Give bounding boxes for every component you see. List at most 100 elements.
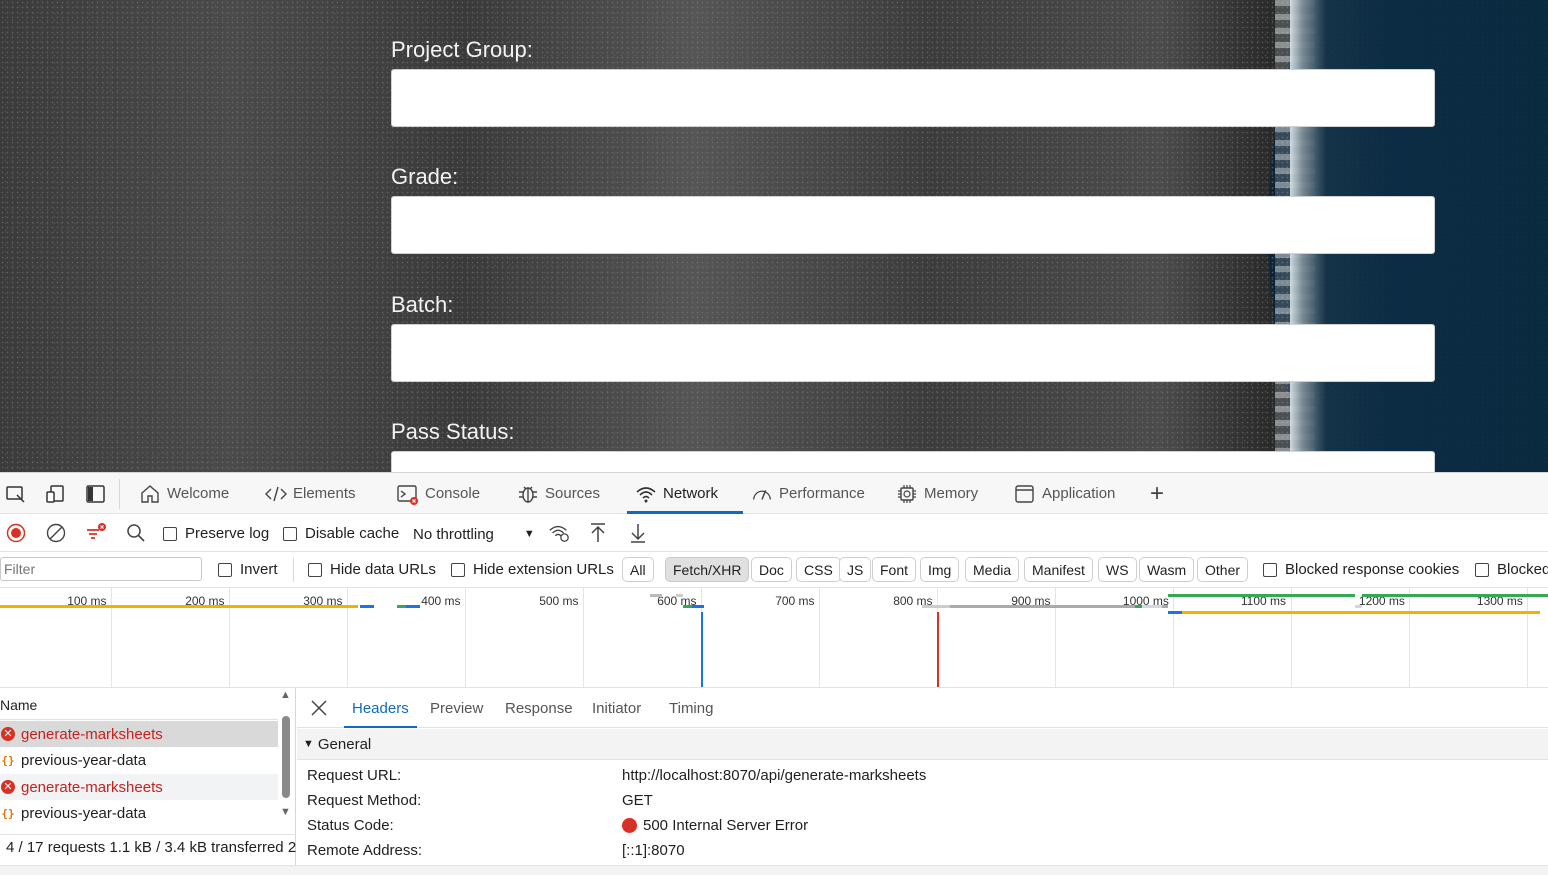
type-filter-js[interactable]: JS	[839, 557, 872, 582]
type-filter-ws[interactable]: WS	[1098, 557, 1137, 582]
dom-content-loaded-marker	[701, 612, 703, 687]
waterfall-bar	[1182, 611, 1540, 614]
pass-status-input[interactable]	[391, 451, 1435, 472]
tab-memory[interactable]: Memory	[888, 473, 986, 514]
tab-elements[interactable]: Elements	[257, 473, 364, 514]
project-group-input[interactable]	[391, 69, 1435, 127]
export-har-icon[interactable]	[627, 522, 649, 544]
tab-sources[interactable]: Sources	[509, 473, 608, 514]
error-icon: ✕	[1, 780, 15, 794]
tab-headers[interactable]: Headers	[344, 688, 417, 728]
checkbox-label: Hide data URLs	[330, 561, 436, 578]
type-filter-media[interactable]: Media	[965, 557, 1020, 582]
tab-initiator[interactable]: Initiator	[592, 688, 641, 728]
request-row[interactable]: {} previous-year-data	[0, 747, 278, 773]
request-name: previous-year-data	[21, 751, 147, 769]
type-filter-fetch-xhr[interactable]: Fetch/XHR	[665, 557, 750, 582]
tab-preview[interactable]: Preview	[430, 688, 483, 728]
remote-address-value: [::1]:8070	[622, 842, 685, 859]
hide-extension-urls-checkbox[interactable]: Hide extension URLs	[451, 561, 614, 578]
tab-label: Network	[663, 485, 719, 502]
network-overview[interactable]: 100 ms 200 ms 300 ms 400 ms 500 ms 600 ms 700 …	[0, 588, 1548, 688]
column-header-name[interactable]: Name	[0, 688, 278, 720]
type-filter-img[interactable]: Img	[920, 557, 960, 582]
timeline-gridline	[819, 588, 820, 687]
general-section-header[interactable]: ▼ General	[297, 729, 1548, 760]
waterfall-bar	[406, 605, 420, 608]
code-icon	[265, 483, 287, 505]
tab-welcome[interactable]: Welcome	[131, 473, 237, 514]
wifi-icon	[635, 483, 657, 505]
chip-icon	[896, 483, 918, 505]
add-tab-button[interactable]: +	[1142, 473, 1172, 514]
type-filter-css[interactable]: CSS	[796, 557, 841, 582]
waterfall-bar	[1355, 605, 1362, 608]
type-filter-all[interactable]: All	[622, 557, 654, 582]
inspect-element-icon[interactable]	[5, 483, 27, 505]
timeline-gridline	[1173, 588, 1174, 687]
batch-input[interactable]	[391, 324, 1435, 382]
throttling-select[interactable]: No throttling ▼	[406, 522, 535, 546]
tab-console[interactable]: Console	[389, 473, 488, 514]
checkbox-box	[218, 562, 232, 577]
home-icon	[139, 483, 161, 505]
scrollbar-thumb[interactable]	[282, 716, 290, 798]
waterfall-bar	[1162, 605, 1168, 608]
request-url-key: Request URL:	[307, 767, 402, 784]
waterfall-bar	[1362, 594, 1548, 597]
network-filter-bar: Invert Hide data URLs Hide extension URL…	[0, 552, 1548, 588]
timeline-gridline	[1527, 588, 1528, 687]
console-icon	[397, 483, 419, 505]
tab-network[interactable]: Network	[627, 473, 743, 514]
filter-icon[interactable]	[85, 522, 107, 544]
network-conditions-icon[interactable]	[548, 522, 570, 544]
clear-icon[interactable]	[45, 522, 67, 544]
timeline-tick-label: 500 ms	[539, 594, 579, 608]
network-toolbar: Preserve log Disable cache No throttling…	[0, 514, 1548, 552]
disable-cache-checkbox[interactable]: Disable cache	[283, 525, 399, 542]
blocked-requests-checkbox[interactable]: Blocked	[1475, 561, 1548, 578]
hide-data-urls-checkbox[interactable]: Hide data URLs	[308, 561, 436, 578]
scroll-down-icon[interactable]: ▼	[280, 806, 291, 818]
checkbox-label: Hide extension URLs	[473, 561, 614, 578]
filter-input[interactable]	[0, 557, 202, 581]
checkbox-box	[451, 562, 465, 577]
close-icon[interactable]	[309, 698, 329, 718]
tab-response[interactable]: Response	[505, 688, 573, 728]
request-row[interactable]: {} previous-year-data	[0, 800, 278, 826]
scroll-up-icon[interactable]: ▲	[280, 689, 291, 701]
type-filter-doc[interactable]: Doc	[751, 557, 792, 582]
tab-application[interactable]: Application	[1006, 473, 1123, 514]
dock-side-icon[interactable]	[85, 483, 107, 505]
status-code-key: Status Code:	[307, 817, 394, 834]
waterfall-bar	[692, 605, 704, 608]
request-list-scrollbar[interactable]: ▲ ▼	[280, 689, 292, 820]
import-har-icon[interactable]	[587, 522, 609, 544]
type-filter-manifest[interactable]: Manifest	[1024, 557, 1093, 582]
checkbox-label: Preserve log	[185, 525, 270, 542]
tab-timing[interactable]: Timing	[669, 688, 713, 728]
drawer-edge	[0, 865, 1548, 875]
preserve-log-checkbox[interactable]: Preserve log	[163, 525, 269, 542]
add-tab-icon: +	[1150, 479, 1165, 507]
request-row[interactable]: ✕ generate-marksheets	[0, 774, 278, 800]
type-filter-wasm[interactable]: Wasm	[1139, 557, 1195, 582]
detail-tabs: Headers Preview Response Initiator Timin…	[297, 688, 1548, 728]
request-list: Name ✕ generate-marksheets {} previous-y…	[0, 688, 296, 875]
timeline-gridline	[111, 588, 112, 687]
invert-checkbox[interactable]: Invert	[218, 561, 278, 578]
value-text: http://localhost:8070/api/generate-marks…	[622, 767, 927, 784]
type-filter-font[interactable]: Font	[872, 557, 917, 582]
blocked-response-cookies-checkbox[interactable]: Blocked response cookies	[1263, 561, 1459, 578]
grade-input[interactable]	[391, 196, 1435, 254]
web-page: Project Group: Grade: Batch: Pass Status…	[0, 0, 1548, 472]
tab-performance[interactable]: Performance	[743, 473, 873, 514]
search-icon[interactable]	[125, 522, 147, 544]
value-text: 500 Internal Server Error	[643, 817, 809, 834]
waterfall-bar	[950, 605, 1135, 608]
type-filter-other[interactable]: Other	[1197, 557, 1249, 582]
request-row[interactable]: ✕ generate-marksheets	[0, 721, 278, 747]
record-stop-icon[interactable]	[5, 522, 27, 544]
device-emulation-icon[interactable]	[45, 483, 67, 505]
fetch-icon: {}	[1, 753, 15, 767]
